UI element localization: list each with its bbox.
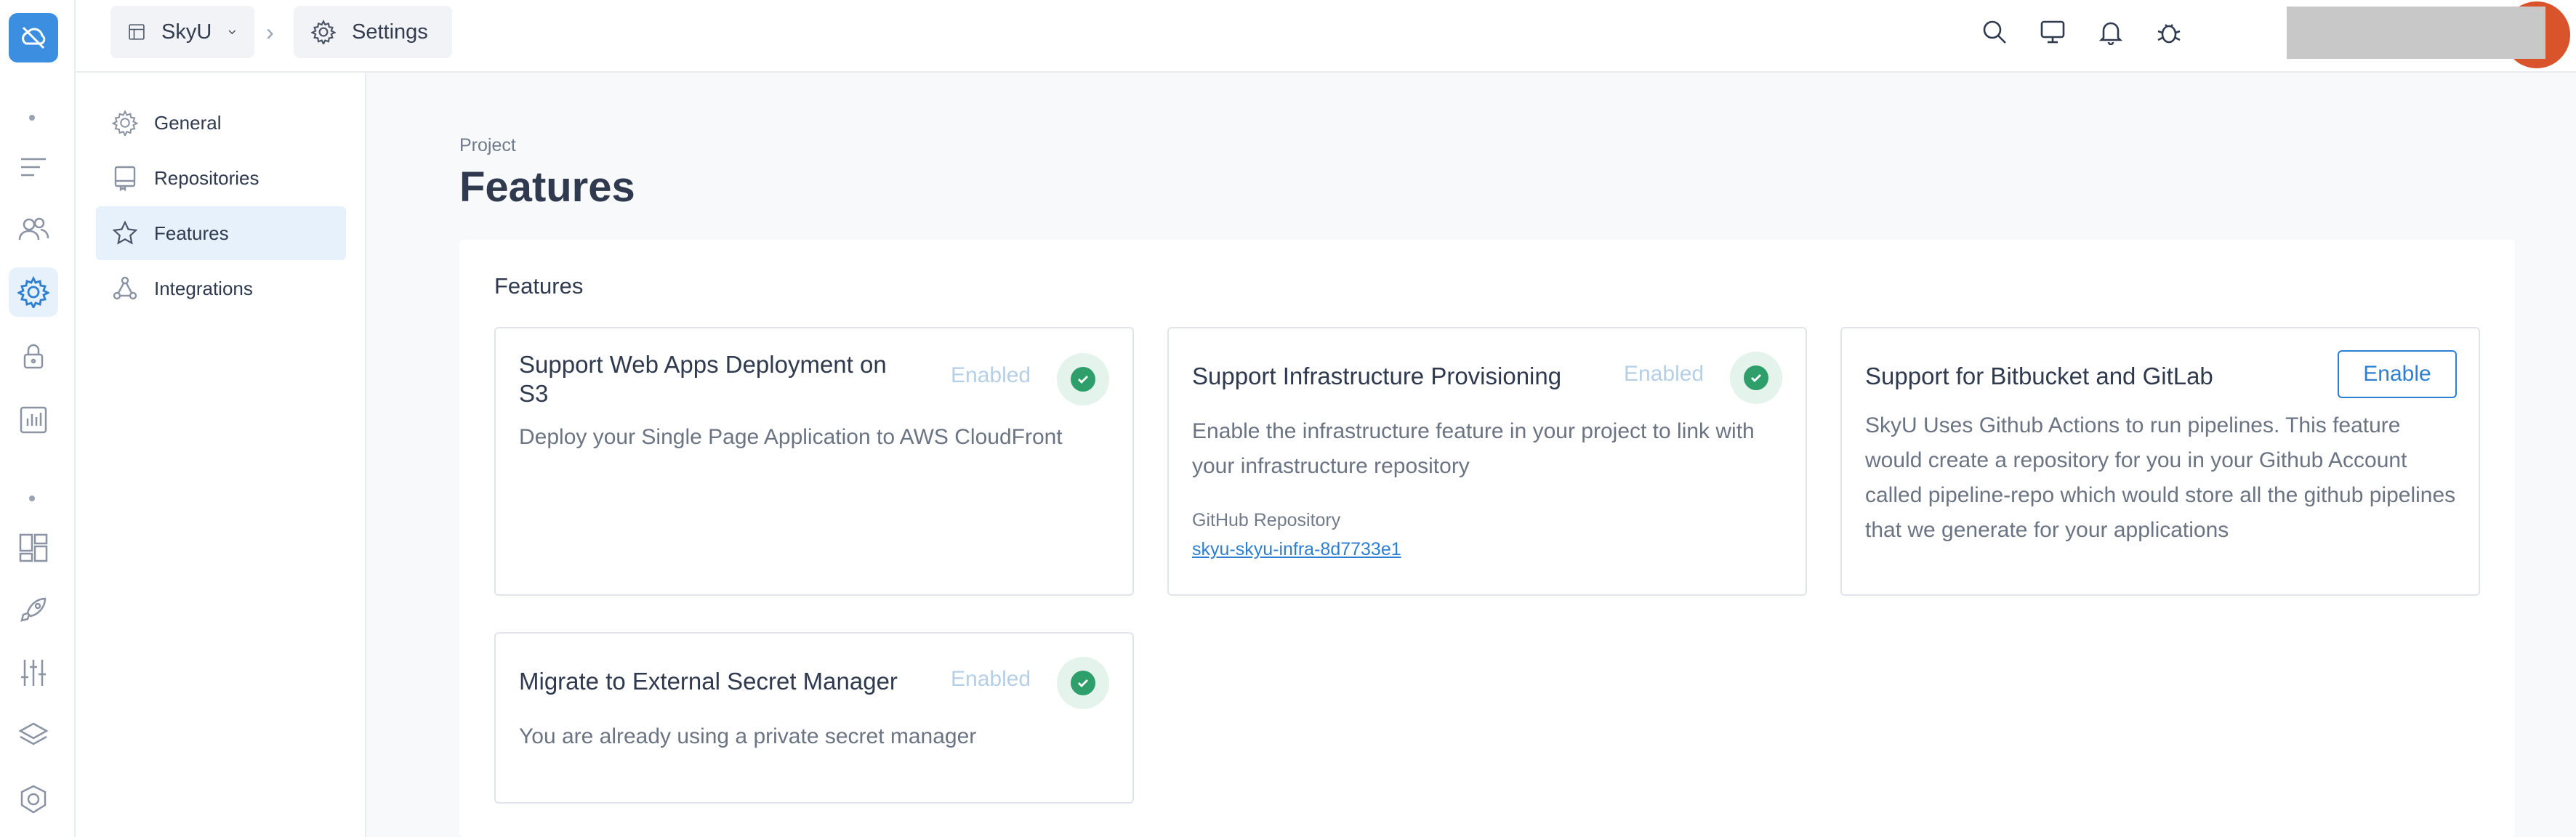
rail-analytics-button[interactable] [9, 395, 58, 445]
rail-team-button[interactable] [9, 205, 58, 254]
sidebar-item-integrations[interactable]: Integrations [96, 262, 346, 315]
search-button[interactable] [1979, 16, 2011, 48]
sidebar-item-label: Integrations [154, 277, 253, 299]
repository-icon [114, 166, 136, 191]
enabled-check-icon [1057, 657, 1109, 709]
monitor-button[interactable] [2037, 16, 2069, 48]
rail-help-button[interactable] [9, 775, 58, 824]
feature-card-bitbucket-gitlab: Support for Bitbucket and GitLab Enable … [1840, 327, 2480, 596]
feature-title: Support Infrastructure Provisioning [1192, 363, 1562, 389]
rail-controls-button[interactable] [9, 648, 58, 698]
rail-security-button[interactable] [9, 331, 58, 381]
chart-icon [20, 406, 47, 434]
rail-list-button[interactable] [9, 142, 58, 192]
repository-label: GitHub Repository [1192, 510, 1341, 530]
cloud-logo-icon [22, 26, 46, 49]
feature-title: Migrate to External Secret Manager [519, 668, 898, 695]
users-icon [18, 217, 49, 240]
sidebar-item-label: Repositories [154, 166, 259, 189]
sliders-icon [21, 660, 46, 686]
feature-card-s3: Support Web Apps Deployment on S3 Enable… [494, 327, 1134, 596]
app-rail [0, 0, 76, 837]
search-icon [1983, 20, 2006, 44]
enabled-check-icon [1057, 353, 1109, 405]
dashboard-icon [19, 533, 48, 562]
gear-icon [17, 276, 49, 308]
integrations-icon [113, 276, 137, 300]
repository-link[interactable]: skyu-skyu-infra-8d7733e1 [1192, 539, 1401, 560]
feature-status: Enabled [951, 667, 1031, 691]
feature-description: You are already using a private secret m… [519, 724, 977, 748]
feature-description: SkyU Uses Github Actions to run pipeline… [1865, 413, 2456, 542]
rail-deploy-button[interactable] [9, 586, 58, 635]
gear-icon [112, 110, 138, 136]
top-bar: SkyU › Settings [76, 0, 2576, 73]
rail-layers-button[interactable] [9, 711, 58, 760]
breadcrumb-separator: › [266, 19, 274, 45]
sidebar-item-label: General [154, 111, 222, 134]
monitor-icon [2040, 20, 2065, 44]
settings-sidebar: General Repositories Features Integratio… [76, 73, 366, 837]
page-title: Features [459, 163, 635, 211]
sidebar-item-label: Features [154, 222, 229, 244]
feature-description: Enable the infrastructure feature in you… [1192, 419, 1755, 478]
sidebar-item-repositories[interactable]: Repositories [96, 151, 346, 205]
project-selector[interactable]: SkyU [110, 6, 254, 58]
feature-status: Enabled [951, 363, 1031, 387]
support-icon [20, 785, 47, 814]
project-name: SkyU [161, 20, 212, 44]
rail-separator-dot [29, 115, 35, 121]
feature-card-secret-manager: Migrate to External Secret Manager Enabl… [494, 632, 1134, 804]
rocket-icon [20, 597, 47, 622]
chevron-down-icon [228, 30, 236, 35]
enabled-check-icon [1730, 352, 1782, 404]
notifications-button[interactable] [2095, 16, 2127, 48]
rail-settings-button[interactable] [9, 267, 58, 317]
user-info-redacted[interactable] [2287, 7, 2545, 59]
gear-icon [311, 20, 336, 44]
lock-icon [23, 344, 44, 369]
feature-description: Deploy your Single Page Application to A… [519, 425, 1063, 449]
feature-status: Enabled [1624, 362, 1704, 386]
feature-title: Support Web Apps Deployment on S3 [519, 351, 887, 407]
bug-report-button[interactable] [2153, 16, 2185, 48]
bug-icon [2157, 24, 2181, 44]
breadcrumb-settings[interactable]: Settings [294, 6, 452, 58]
page-subtitle: Project [459, 135, 516, 155]
rail-separator-dot [29, 496, 35, 501]
bell-icon [2098, 22, 2123, 45]
sidebar-item-features[interactable]: Features [96, 206, 346, 260]
layers-icon [18, 722, 49, 745]
star-icon [112, 220, 138, 245]
list-icon [21, 158, 46, 177]
project-grid-icon [129, 24, 145, 40]
feature-title: Support for Bitbucket and GitLab [1865, 363, 2213, 389]
sidebar-item-general[interactable]: General [96, 96, 346, 150]
rail-dashboard-button[interactable] [9, 523, 58, 573]
feature-card-infrastructure: Support Infrastructure Provisioning Enab… [1167, 327, 1807, 596]
breadcrumb-settings-label: Settings [352, 20, 428, 44]
enable-button[interactable]: Enable [2338, 350, 2457, 398]
app-logo[interactable] [9, 13, 58, 62]
panel-title: Features [494, 273, 584, 299]
